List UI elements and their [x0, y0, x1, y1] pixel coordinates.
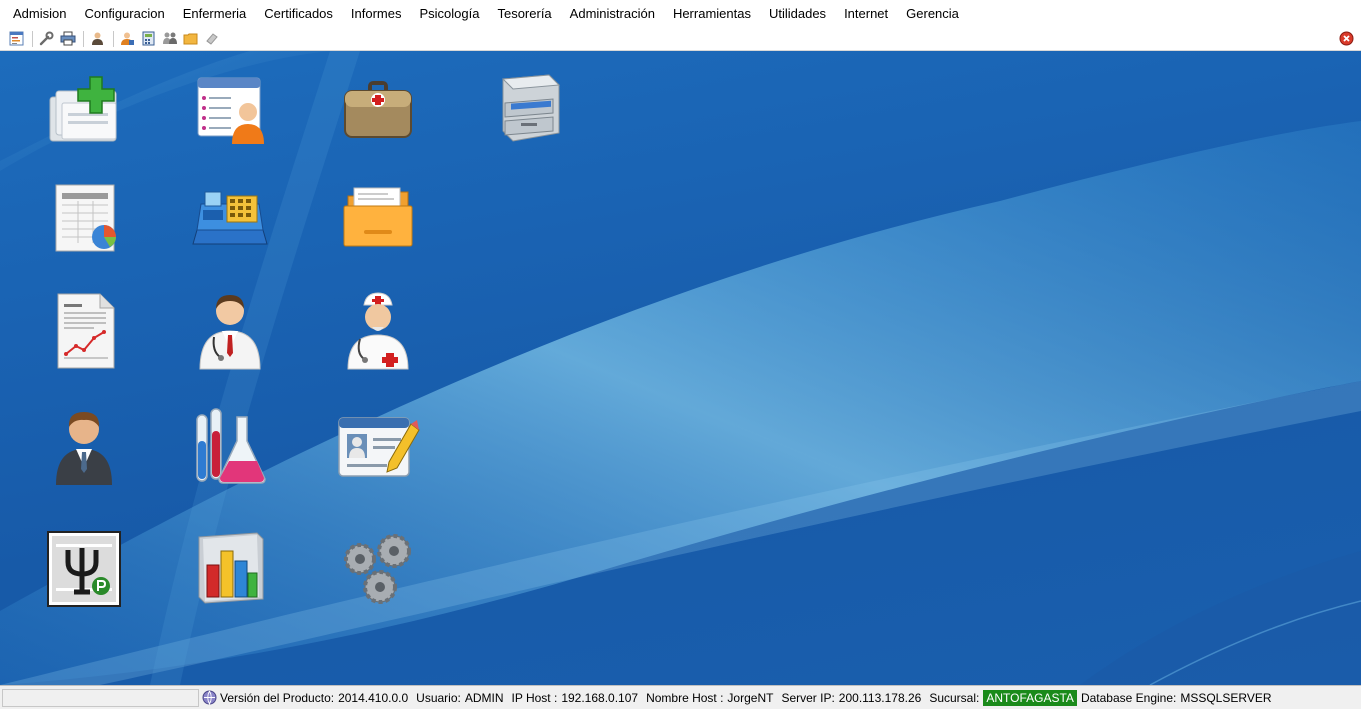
toolbar-separator	[32, 30, 33, 47]
bar-chart-icon[interactable]	[188, 529, 272, 609]
menu-herramientas[interactable]: Herramientas	[664, 3, 760, 25]
menu-bar: Admision Configuracion Enfermeria Certif…	[0, 0, 1361, 27]
version-label: Versión del Producto:	[220, 690, 335, 705]
desktop-area	[0, 51, 1361, 685]
person-icon[interactable]	[88, 29, 107, 48]
menu-enfermeria[interactable]: Enfermeria	[174, 3, 256, 25]
menu-administracion[interactable]: Administración	[561, 3, 664, 25]
menu-gerencia[interactable]: Gerencia	[897, 3, 968, 25]
status-panel	[2, 688, 199, 707]
form-icon[interactable]	[7, 29, 26, 48]
branch-badge: ANTOFAGASTA	[983, 689, 1077, 706]
status-info: Versión del Producto: 2014.410.0.0 Usuar…	[202, 689, 1276, 706]
status-bar: Versión del Producto: 2014.410.0.0 Usuar…	[0, 685, 1361, 709]
eraser-icon[interactable]	[202, 29, 221, 48]
cash-register-icon[interactable]	[188, 177, 272, 257]
menu-configuracion[interactable]: Configuracion	[75, 3, 173, 25]
toolbar	[0, 27, 1361, 51]
server-ip-value: 200.113.178.26	[838, 690, 922, 705]
menu-admision[interactable]: Admision	[4, 3, 75, 25]
branch-label: Sucursal:	[929, 690, 980, 705]
users-group-icon[interactable]	[160, 29, 179, 48]
user-value: ADMIN	[464, 690, 504, 705]
close-icon[interactable]	[1339, 31, 1354, 46]
menu-psicologia[interactable]: Psicología	[410, 3, 488, 25]
server-ip-label: Server IP:	[781, 690, 835, 705]
gears-icon[interactable]	[336, 529, 420, 609]
version-value: 2014.410.0.0	[338, 690, 409, 705]
ip-host-value: 192.168.0.107	[561, 690, 639, 705]
user-label: Usuario:	[416, 690, 461, 705]
doctor-icon[interactable]	[188, 291, 272, 371]
report-icon[interactable]	[42, 291, 126, 371]
menu-certificados[interactable]: Certificados	[255, 3, 342, 25]
host-name-value: JorgeNT	[727, 690, 774, 705]
user-admin-icon[interactable]	[118, 29, 137, 48]
spreadsheet-chart-icon[interactable]	[42, 177, 126, 257]
menu-informes[interactable]: Informes	[342, 3, 411, 25]
patient-list-icon[interactable]	[188, 69, 272, 149]
new-records-icon[interactable]	[42, 69, 126, 149]
laboratory-icon[interactable]	[188, 407, 272, 487]
wrench-icon[interactable]	[37, 29, 56, 48]
toolbar-separator	[83, 30, 84, 47]
id-card-edit-icon[interactable]	[336, 407, 420, 487]
printer-icon[interactable]	[58, 29, 77, 48]
host-name-label: Nombre Host :	[646, 690, 724, 705]
psychology-icon[interactable]	[42, 529, 126, 609]
folder-icon[interactable]	[336, 177, 420, 257]
ip-host-label: IP Host :	[511, 690, 558, 705]
businessman-icon[interactable]	[42, 407, 126, 487]
database-engine-value: MSSQLSERVER	[1180, 690, 1272, 705]
nurse-icon[interactable]	[336, 291, 420, 371]
menu-utilidades[interactable]: Utilidades	[760, 3, 835, 25]
file-cabinet-icon[interactable]	[486, 69, 570, 149]
folder-icon[interactable]	[181, 29, 200, 48]
menu-tesoreria[interactable]: Tesorería	[488, 3, 560, 25]
calculator-icon[interactable]	[139, 29, 158, 48]
menu-internet[interactable]: Internet	[835, 3, 897, 25]
toolbar-separator	[113, 30, 114, 47]
medical-kit-icon[interactable]	[336, 69, 420, 149]
status-globe-icon	[202, 690, 217, 705]
database-engine-label: Database Engine:	[1080, 690, 1177, 705]
